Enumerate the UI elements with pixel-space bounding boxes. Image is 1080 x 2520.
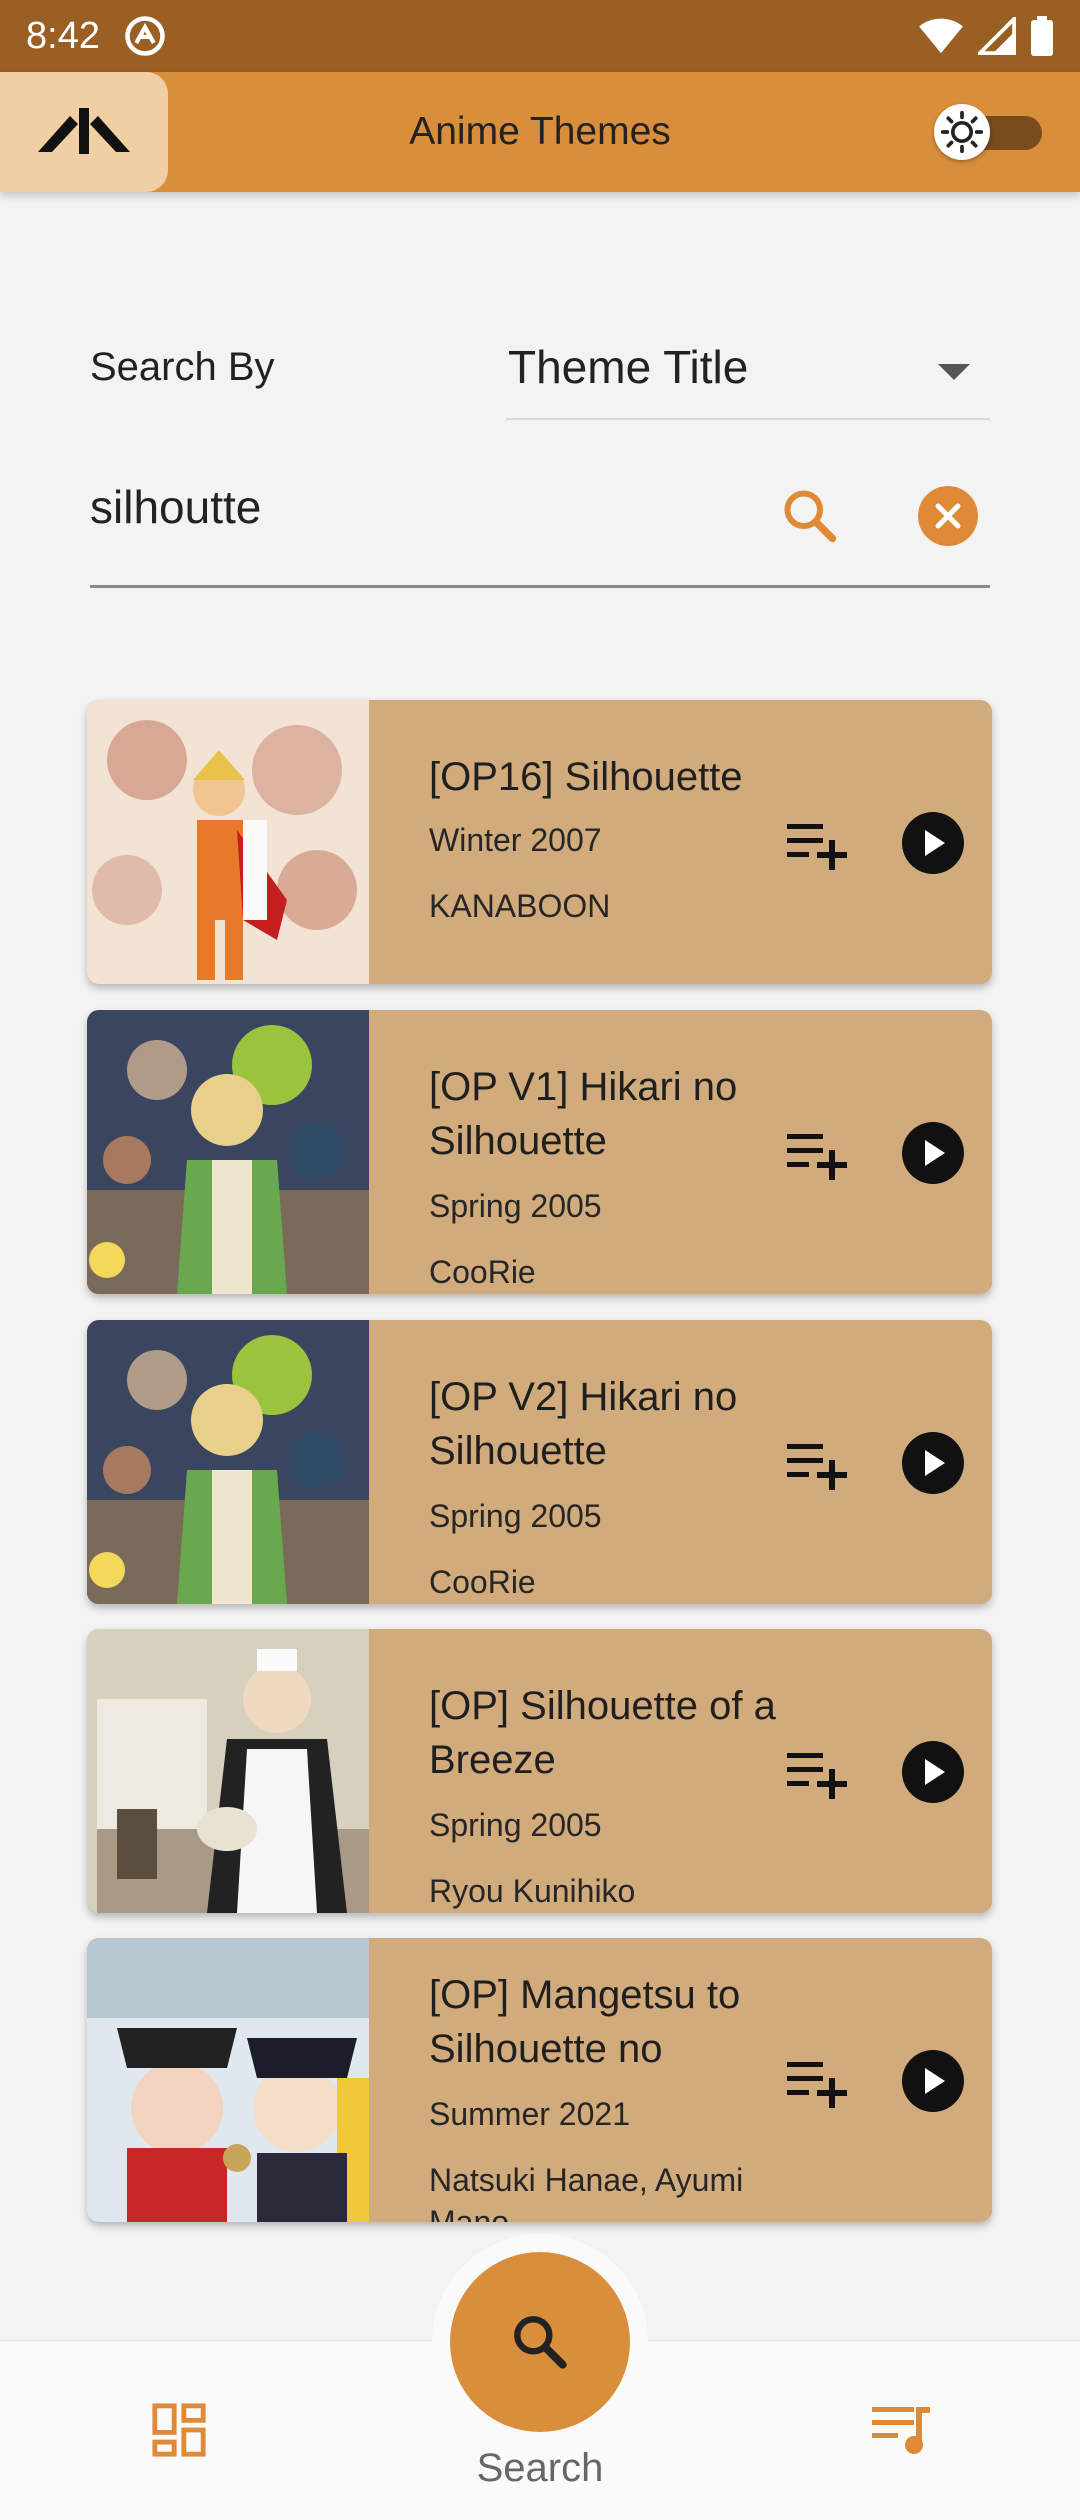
play-icon [925, 1450, 945, 1476]
result-card[interactable]: [OP] Mangetsu to Silhouette no Summer 20… [87, 1938, 992, 2222]
status-bar: 8:42 [0, 0, 1080, 72]
play-button[interactable] [902, 1432, 964, 1494]
result-card[interactable]: [OP16] Silhouette Winter 2007 KANABOON [87, 700, 992, 984]
card-info: [OP16] Silhouette Winter 2007 KANABOON [429, 750, 829, 927]
playlist-add-icon [787, 1753, 847, 1799]
anime-cover-image [87, 1938, 369, 2222]
search-input[interactable]: silhoutte [90, 460, 990, 588]
add-to-playlist-button[interactable] [785, 2056, 851, 2110]
play-icon [925, 1759, 945, 1785]
search-by-dropdown[interactable]: Theme Title [506, 330, 990, 420]
anime-cover-image [87, 1320, 369, 1604]
sun-icon [934, 104, 990, 160]
close-icon [935, 503, 961, 529]
theme-season: Spring 2005 [429, 1188, 602, 1224]
clear-search-button[interactable] [918, 486, 978, 546]
anime-cover-image [87, 1629, 369, 1913]
search-by-value: Theme Title [508, 341, 749, 393]
theme-title: [OP V2] Hikari no Silhouette [429, 1375, 738, 1473]
play-icon [925, 830, 945, 856]
play-button[interactable] [902, 2050, 964, 2112]
theme-season: Spring 2005 [429, 1807, 602, 1843]
theme-season: Spring 2005 [429, 1498, 602, 1534]
theme-artist: CooRie [429, 1254, 536, 1290]
search-submit-button[interactable] [780, 486, 840, 546]
card-info: [OP V1] Hikari no Silhouette Spring 2005… [429, 1060, 829, 1293]
theme-title: [OP] Mangetsu to Silhouette no [429, 1973, 741, 2071]
play-icon [925, 2068, 945, 2094]
battery-icon [1031, 16, 1053, 56]
result-card[interactable]: [OP V1] Hikari no Silhouette Spring 2005… [87, 1010, 992, 1294]
theme-artist: Natsuki Hanae, Ayumi Mano [429, 2162, 744, 2222]
playlist-add-icon [787, 824, 847, 870]
theme-season: Summer 2021 [429, 2096, 630, 2132]
theme-season: Winter 2007 [429, 822, 602, 858]
anime-cover-image [87, 1010, 369, 1294]
card-info: [OP V2] Hikari no Silhouette Spring 2005… [429, 1370, 829, 1603]
search-by-label: Search By [90, 345, 275, 389]
search-icon [514, 2316, 567, 2369]
add-to-playlist-button[interactable] [785, 1747, 851, 1801]
theme-artist: KANABOON [429, 888, 611, 924]
play-button[interactable] [902, 812, 964, 874]
theme-title: [OP16] Silhouette [429, 755, 743, 799]
card-info: [OP] Silhouette of a Breeze Spring 2005 … [429, 1679, 829, 1912]
search-fab[interactable] [450, 2252, 630, 2432]
home-logo-button[interactable] [0, 72, 168, 192]
theme-title: [OP V1] Hikari no Silhouette [429, 1065, 738, 1163]
dropdown-arrow-icon [938, 364, 970, 380]
theme-toggle[interactable] [934, 104, 1042, 160]
wifi-icon [919, 18, 963, 54]
add-to-playlist-button[interactable] [785, 818, 851, 872]
app-bar: Anime Themes [0, 72, 1080, 192]
result-card[interactable]: [OP V2] Hikari no Silhouette Spring 2005… [87, 1320, 992, 1604]
card-info: [OP] Mangetsu to Silhouette no Summer 20… [429, 1968, 829, 2222]
play-icon [925, 1140, 945, 1166]
playlist-add-icon [787, 1134, 847, 1180]
theme-title: [OP] Silhouette of a Breeze [429, 1684, 776, 1782]
theme-artist: CooRie [429, 1564, 536, 1600]
theme-artist: Ryou Kunihiko [429, 1873, 636, 1909]
play-button[interactable] [902, 1741, 964, 1803]
status-time: 8:42 [26, 14, 100, 57]
result-card[interactable]: [OP] Silhouette of a Breeze Spring 2005 … [87, 1629, 992, 1913]
anime-cover-image [87, 700, 369, 984]
playlist-add-icon [787, 1444, 847, 1490]
signal-icon [978, 17, 1016, 55]
search-nav-label: Search [476, 2446, 604, 2490]
search-icon [784, 490, 837, 543]
brand-icon [125, 16, 165, 56]
playlist-add-icon [787, 2062, 847, 2108]
play-button[interactable] [902, 1122, 964, 1184]
add-to-playlist-button[interactable] [785, 1128, 851, 1182]
search-query: silhoutte [90, 481, 262, 533]
add-to-playlist-button[interactable] [785, 1438, 851, 1492]
logo-icon [38, 108, 130, 154]
